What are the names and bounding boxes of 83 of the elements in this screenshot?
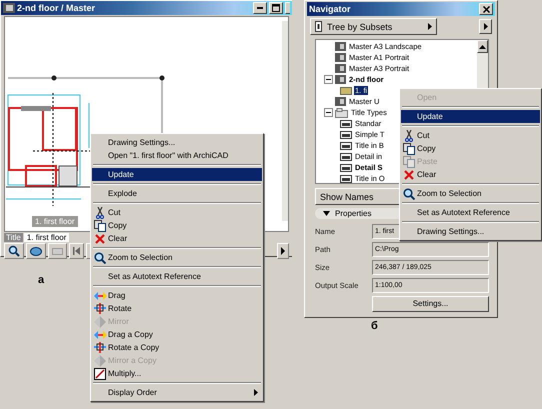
title-icon <box>340 120 352 128</box>
scissors-icon <box>96 206 104 218</box>
document-icon <box>315 21 322 32</box>
window-title: 2-nd floor / Master <box>17 3 96 13</box>
zoom-icon <box>94 252 106 264</box>
drawing-label: 1. first floor <box>32 216 78 227</box>
mirror-icon <box>94 354 106 366</box>
minimize-button[interactable] <box>253 2 267 14</box>
folder-icon <box>335 108 348 118</box>
next-icon <box>281 247 285 255</box>
arrows-icon <box>94 292 106 300</box>
maximize-button[interactable] <box>269 2 283 14</box>
submenu-arrow-icon <box>254 389 258 396</box>
menu-item[interactable]: Cut <box>92 206 262 219</box>
zoom-button[interactable] <box>4 243 24 259</box>
expand-arrow-icon <box>323 211 330 216</box>
first-page-button[interactable] <box>69 243 84 259</box>
menu-item[interactable]: Drag a Copy <box>92 328 262 341</box>
folder-icon <box>340 86 352 94</box>
close-icon <box>482 6 490 12</box>
menu-item[interactable]: Drag <box>92 289 262 302</box>
window-icon <box>3 3 15 13</box>
zoom-out-button[interactable] <box>26 243 46 259</box>
zoom-icon <box>403 188 415 200</box>
ellipse-icon <box>30 246 42 256</box>
menu-item[interactable]: Copy <box>92 219 262 232</box>
menu-item[interactable]: Clear <box>401 168 540 181</box>
layout-icon <box>335 53 346 62</box>
collapse-toggle[interactable] <box>324 108 335 117</box>
copy-icon <box>403 156 415 168</box>
menu-item[interactable]: Clear <box>92 232 262 245</box>
menu-item[interactable]: Multiply... <box>92 367 262 380</box>
close-icon <box>404 170 414 180</box>
menu-item[interactable]: Display Order <box>92 386 262 399</box>
copy-icon <box>94 220 106 232</box>
panel-title: Navigator <box>309 4 351 14</box>
figure-caption: б <box>371 320 378 332</box>
title-icon <box>340 130 352 138</box>
maximize-icon <box>272 4 280 12</box>
view-dropdown[interactable]: Tree by Subsets <box>310 18 438 35</box>
menu-item[interactable]: Rotate <box>92 302 262 315</box>
settings-button[interactable]: Settings... <box>372 296 489 312</box>
fit-button[interactable] <box>48 243 67 259</box>
minimize-icon <box>257 7 263 9</box>
menu-item[interactable]: Update <box>92 168 262 181</box>
close-icon <box>95 234 105 244</box>
submenu-arrow-icon <box>428 23 432 30</box>
menu-item[interactable]: Update <box>401 110 540 123</box>
menu-item[interactable]: Explode <box>92 187 262 200</box>
title-tab[interactable]: Title <box>4 233 23 242</box>
arrow-icon <box>484 23 488 30</box>
title-icon <box>340 142 352 150</box>
multiply-icon <box>94 368 106 380</box>
figure-caption: а <box>38 274 44 286</box>
title-icon <box>340 152 352 160</box>
layout-icon <box>335 42 346 51</box>
menu-item[interactable]: Drawing Settings... <box>92 136 262 149</box>
next-page-button[interactable] <box>277 243 289 259</box>
crosshair-icon <box>94 303 106 314</box>
menu-item[interactable]: Copy <box>401 142 540 155</box>
crosshair-icon <box>94 342 106 353</box>
mirror-icon <box>94 316 106 328</box>
title-icon <box>340 164 352 172</box>
copy-icon <box>403 142 415 154</box>
menu-item[interactable]: Cut <box>401 129 540 142</box>
layout-icon <box>335 97 346 106</box>
menu-item[interactable]: Rotate a Copy <box>92 341 262 354</box>
layout-icon <box>335 75 346 84</box>
scroll-up-icon <box>479 44 486 48</box>
collapse-toggle[interactable] <box>324 75 335 84</box>
menu-item[interactable]: Set as Autotext Reference <box>92 270 262 283</box>
menu-item[interactable]: Zoom to Selection <box>92 251 262 264</box>
menu-item[interactable]: Open "1. first floor" with ArchiCAD <box>92 149 262 162</box>
scroll-bar[interactable] <box>282 21 288 221</box>
first-page-icon <box>73 247 80 255</box>
zoom-icon <box>8 245 20 257</box>
rectangle-icon <box>52 248 63 254</box>
title-field[interactable]: 1. first floor <box>24 233 70 242</box>
menu-item[interactable]: Drawing Settings... <box>401 225 540 238</box>
panel-menu-button[interactable] <box>479 19 492 34</box>
scissors-icon <box>405 130 413 142</box>
layout-icon <box>335 64 346 73</box>
arrows-icon <box>94 330 106 338</box>
